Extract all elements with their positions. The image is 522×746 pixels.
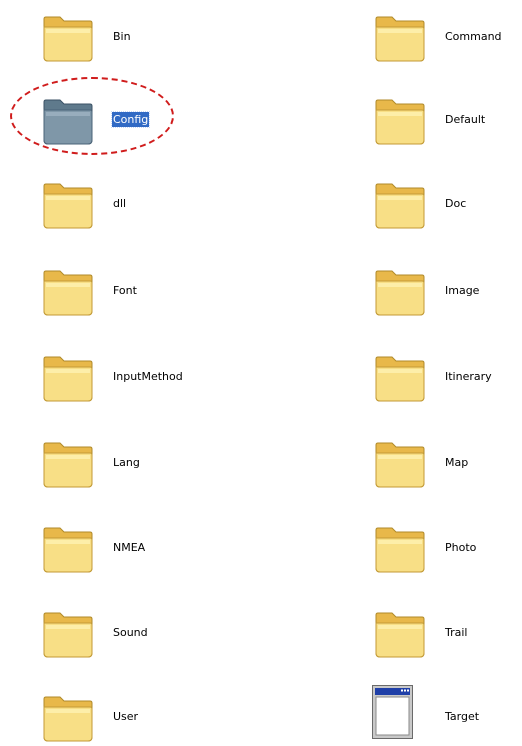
folder-icon bbox=[40, 685, 96, 745]
item-label: User bbox=[113, 710, 139, 723]
folder-item-user[interactable]: User bbox=[40, 685, 240, 745]
folder-icon bbox=[372, 5, 428, 65]
folder-item-photo[interactable]: Photo bbox=[372, 516, 522, 576]
item-label: Sound bbox=[113, 626, 148, 639]
folder-icon bbox=[372, 516, 428, 576]
folder-item-bin[interactable]: Bin bbox=[40, 5, 240, 65]
item-label: Config bbox=[110, 111, 151, 128]
folder-item-dll[interactable]: dll bbox=[40, 172, 240, 232]
item-label: Lang bbox=[113, 456, 140, 469]
application-item-target[interactable]: Target bbox=[372, 685, 522, 745]
folder-item-map[interactable]: Map bbox=[372, 431, 522, 491]
folder-item-font[interactable]: Font bbox=[40, 259, 240, 319]
folder-item-default[interactable]: Default bbox=[372, 88, 522, 148]
folder-icon bbox=[40, 5, 96, 65]
application-window-icon bbox=[372, 685, 428, 745]
item-label: NMEA bbox=[113, 541, 146, 554]
folder-icon bbox=[372, 172, 428, 232]
item-label: Default bbox=[445, 113, 486, 126]
folder-item-inputmethod[interactable]: InputMethod bbox=[40, 345, 240, 405]
folder-item-nmea[interactable]: NMEA bbox=[40, 516, 240, 576]
file-icon-view: Bin Command Config Default dll Doc Font … bbox=[0, 0, 522, 746]
folder-icon bbox=[372, 601, 428, 661]
folder-icon bbox=[372, 259, 428, 319]
folder-item-sound[interactable]: Sound bbox=[40, 601, 240, 661]
folder-item-lang[interactable]: Lang bbox=[40, 431, 240, 491]
folder-item-command[interactable]: Command bbox=[372, 5, 522, 65]
item-label: InputMethod bbox=[113, 370, 183, 383]
folder-item-itinerary[interactable]: Itinerary bbox=[372, 345, 522, 405]
item-label: Doc bbox=[445, 197, 467, 210]
folder-icon bbox=[40, 88, 96, 148]
folder-icon bbox=[40, 601, 96, 661]
item-label: Command bbox=[445, 30, 502, 43]
item-label: Map bbox=[445, 456, 469, 469]
folder-icon bbox=[40, 259, 96, 319]
folder-item-image[interactable]: Image bbox=[372, 259, 522, 319]
folder-item-config[interactable]: Config bbox=[40, 88, 240, 148]
folder-icon bbox=[372, 345, 428, 405]
item-label: Font bbox=[113, 284, 137, 297]
item-label: Target bbox=[445, 710, 480, 723]
folder-item-doc[interactable]: Doc bbox=[372, 172, 522, 232]
item-label: Photo bbox=[445, 541, 477, 554]
item-label: Itinerary bbox=[445, 370, 492, 383]
folder-icon bbox=[372, 431, 428, 491]
folder-item-trail[interactable]: Trail bbox=[372, 601, 522, 661]
folder-icon bbox=[40, 345, 96, 405]
folder-icon bbox=[40, 172, 96, 232]
folder-icon bbox=[372, 88, 428, 148]
folder-icon bbox=[40, 516, 96, 576]
item-label: Image bbox=[445, 284, 480, 297]
item-label: Bin bbox=[113, 30, 131, 43]
folder-icon bbox=[40, 431, 96, 491]
item-label: dll bbox=[113, 197, 127, 210]
item-label: Trail bbox=[445, 626, 468, 639]
